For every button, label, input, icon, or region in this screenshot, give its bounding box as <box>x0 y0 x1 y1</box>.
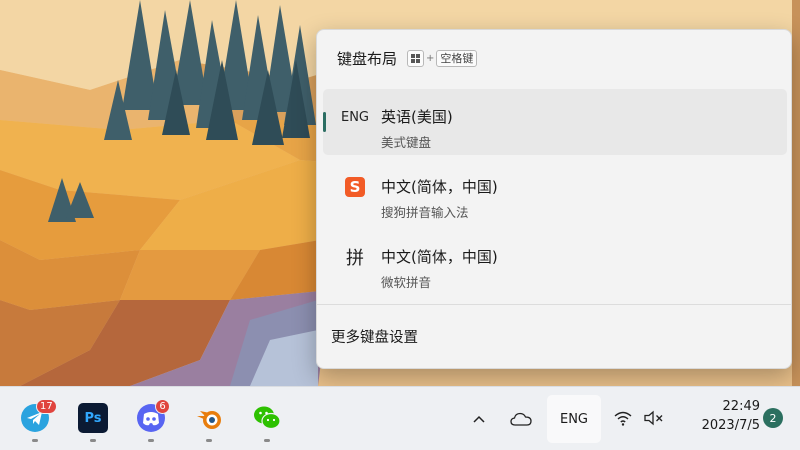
plus-sign: + <box>426 52 435 64</box>
shortcut-hint: + 空格键 <box>407 49 478 67</box>
taskbar-app-blender[interactable] <box>192 401 226 435</box>
pinyin-icon: 拼 <box>346 248 364 269</box>
running-indicator <box>148 439 154 442</box>
flyout-title: 键盘布局 <box>337 49 398 68</box>
keyboard-layout-flyout: 键盘布局 + 空格键 ENG 英语(美国) 美式键盘 S 中文(简体，中国) 搜… <box>316 29 792 369</box>
running-indicator <box>206 439 212 442</box>
layout-item-english-us[interactable]: ENG 英语(美国) 美式键盘 <box>323 89 787 155</box>
show-hidden-icons-button[interactable] <box>467 407 491 431</box>
onedrive-button[interactable] <box>508 407 534 431</box>
layout-item-sogou-pinyin[interactable]: S 中文(简体，中国) 搜狗拼音输入法 <box>323 159 787 225</box>
clock-time: 22:49 <box>722 399 760 414</box>
taskbar-app-telegram[interactable]: 17 <box>18 399 57 435</box>
running-indicator <box>32 439 38 442</box>
layout-name: 英语(美国) <box>381 108 453 126</box>
sogou-logo: S <box>345 177 365 197</box>
cloud-icon <box>510 412 532 426</box>
notification-badge: 6 <box>155 399 170 414</box>
running-indicator <box>90 439 96 442</box>
taskbar-app-discord[interactable]: 6 <box>134 399 170 435</box>
selection-indicator <box>323 112 326 132</box>
eng-icon: ENG <box>340 109 369 125</box>
space-key: 空格键 <box>436 49 478 67</box>
clock-date: 2023/7/5 <box>701 418 760 433</box>
blender-icon <box>197 411 221 429</box>
taskbar-app-photoshop[interactable]: Ps <box>76 401 110 435</box>
notification-count-badge[interactable]: 2 <box>763 408 783 428</box>
input-indicator-eng[interactable]: ENG <box>547 395 601 443</box>
divider <box>317 304 791 305</box>
wifi-icon <box>614 411 632 426</box>
chevron-up-icon <box>473 415 485 423</box>
photoshop-icon: Ps <box>78 403 108 433</box>
network-button[interactable] <box>610 406 636 430</box>
taskbar-app-wechat[interactable] <box>250 401 284 435</box>
more-keyboard-settings-link[interactable]: 更多键盘设置 <box>331 326 418 347</box>
layout-description: 微软拼音 <box>381 275 432 290</box>
sogou-icon: S <box>337 176 373 198</box>
notification-badge: 17 <box>36 399 57 414</box>
taskbar: 17 Ps 6 ENG 22:49 2023/7/5 2 <box>0 386 800 450</box>
layout-description: 搜狗拼音输入法 <box>381 205 469 220</box>
layout-item-microsoft-pinyin[interactable]: 拼 中文(简体，中国) 微软拼音 <box>323 229 787 295</box>
flyout-header: 键盘布局 + 空格键 <box>337 45 478 71</box>
photoshop-label: Ps <box>84 410 102 426</box>
wechat-icon <box>254 406 281 430</box>
windows-key-icon <box>407 49 425 67</box>
clock[interactable]: 22:49 2023/7/5 <box>678 397 760 436</box>
layout-description: 美式键盘 <box>381 135 432 150</box>
running-indicator <box>264 439 270 442</box>
speaker-muted-icon <box>644 410 663 426</box>
layout-name: 中文(简体，中国) <box>381 248 498 266</box>
volume-button[interactable] <box>640 406 668 430</box>
layout-name: 中文(简体，中国) <box>381 178 498 196</box>
